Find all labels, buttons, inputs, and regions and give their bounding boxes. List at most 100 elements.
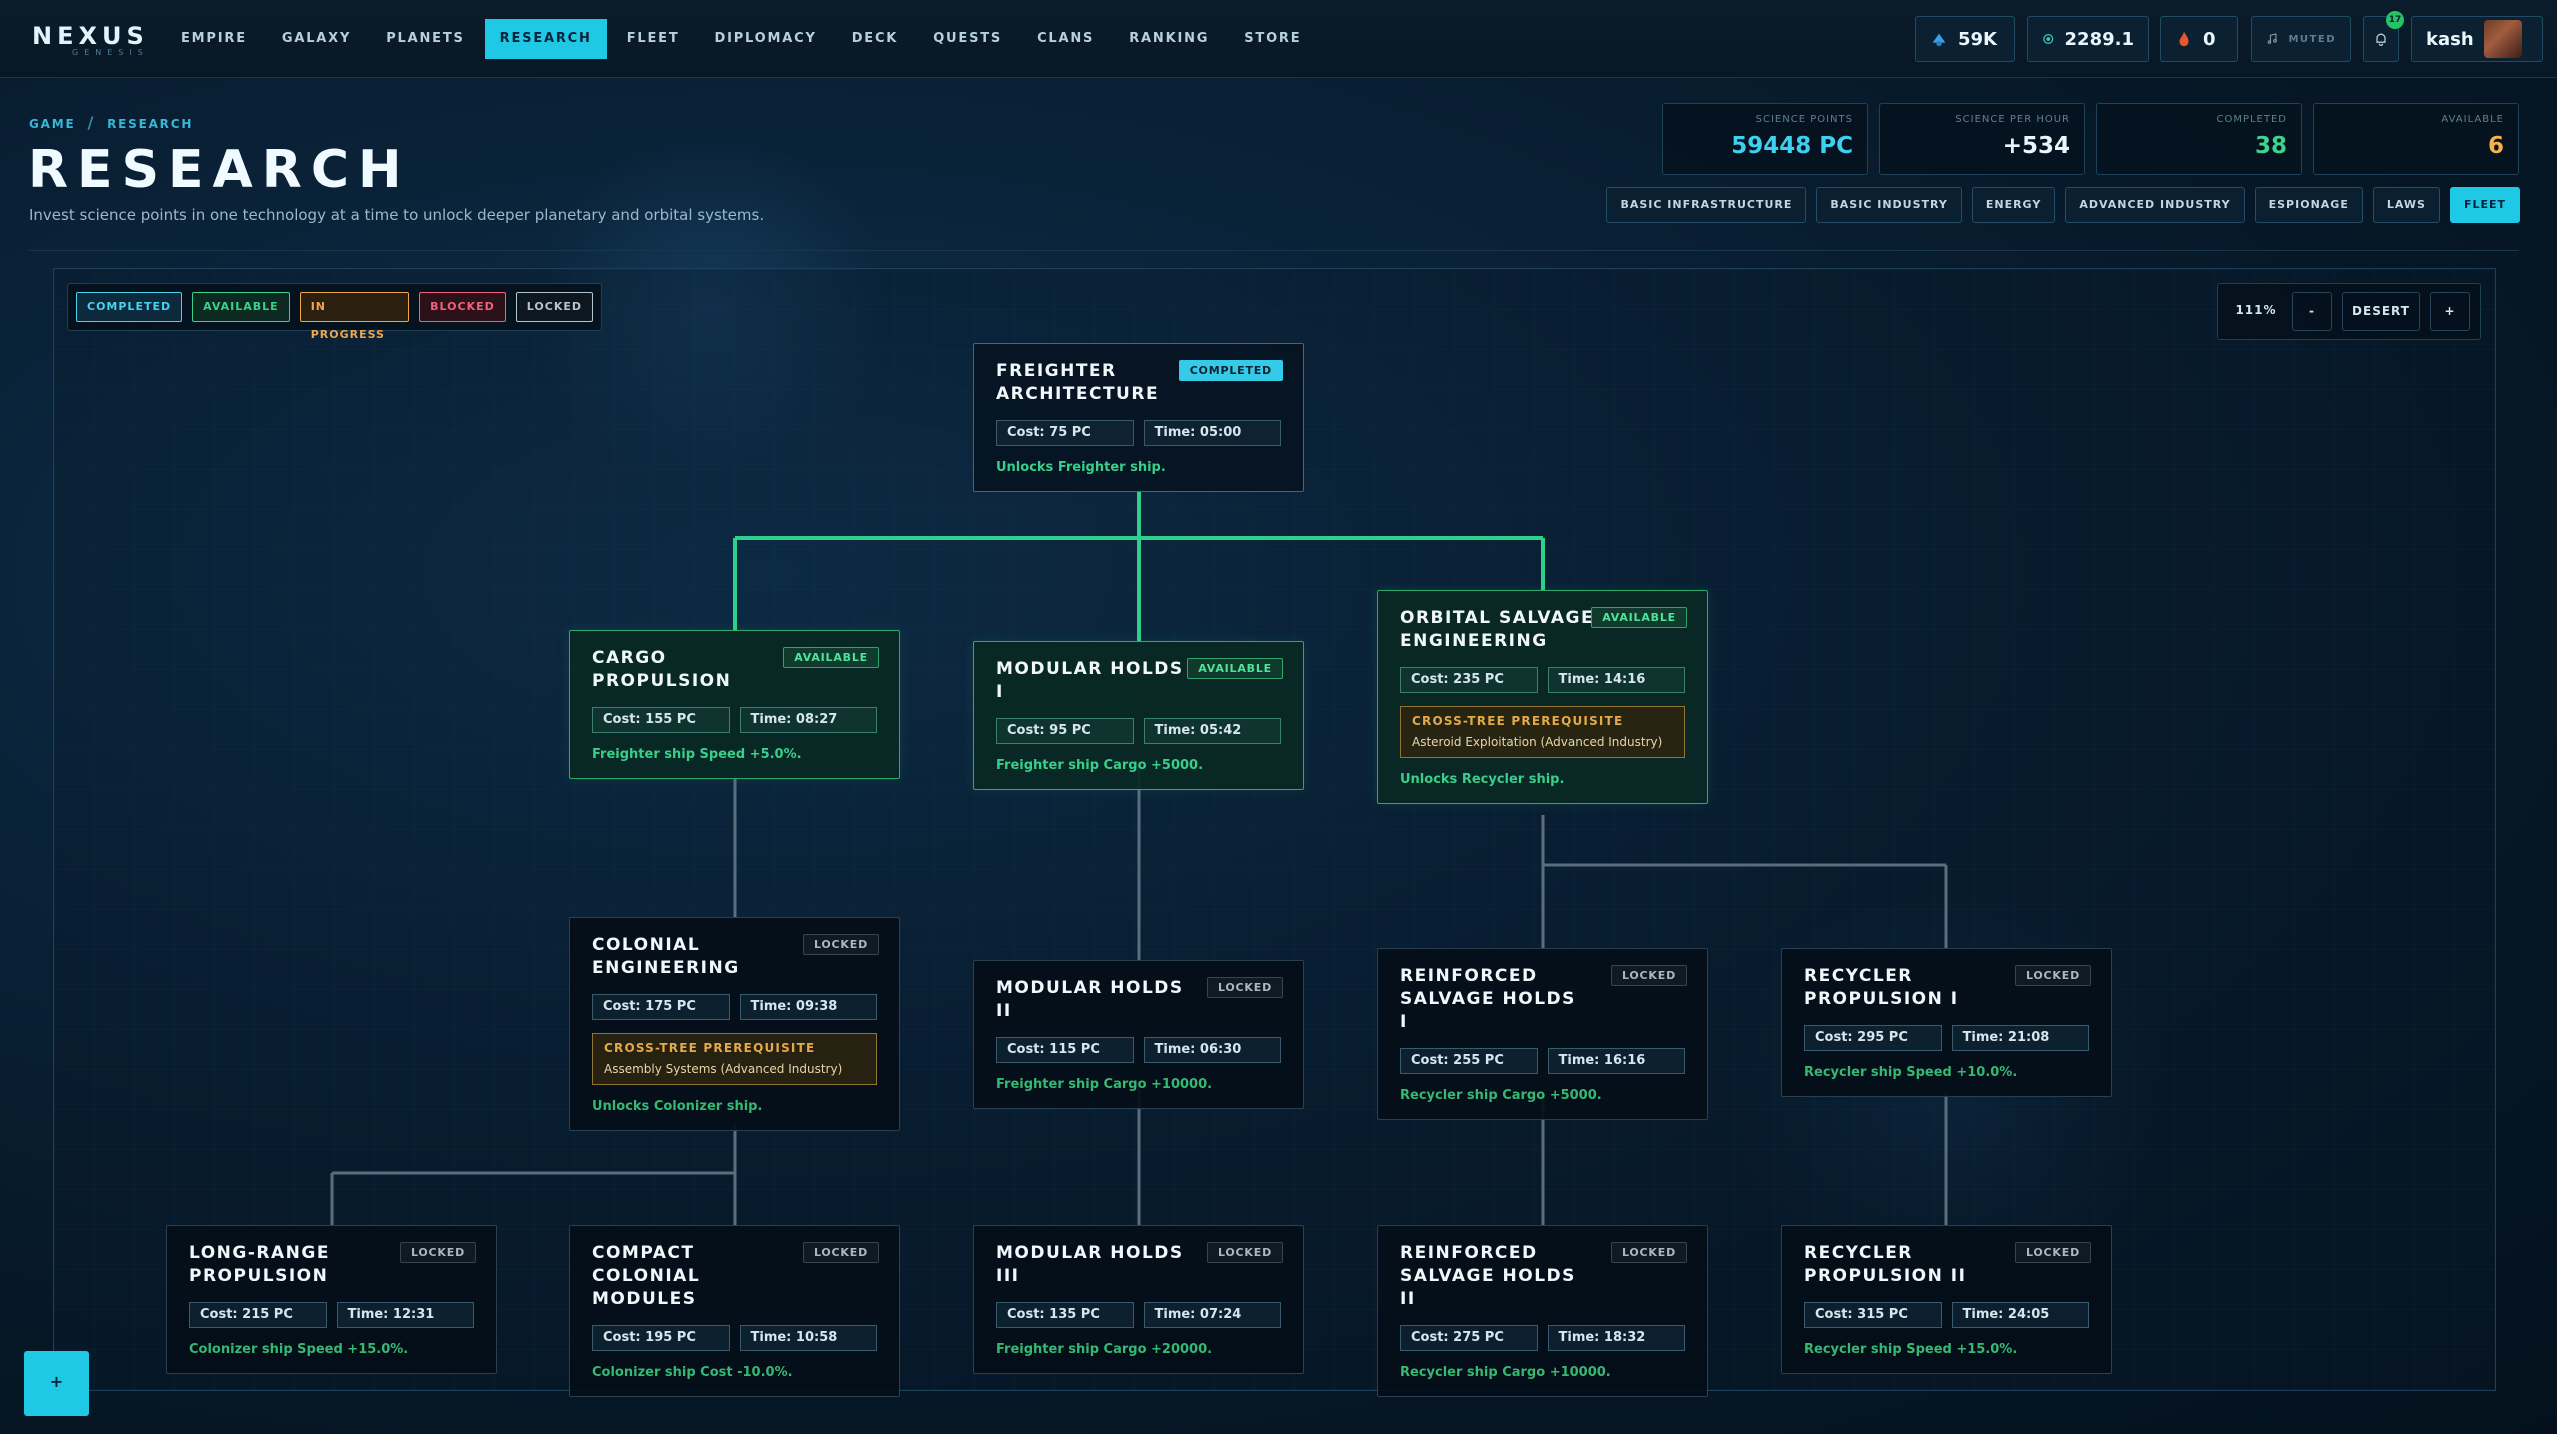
stat-label: COMPLETED	[2216, 114, 2287, 125]
status-badge: LOCKED	[802, 934, 879, 955]
nav-diplomacy[interactable]: DIPLOMACY	[700, 19, 832, 59]
tech-node-orbital-salvage-engineering[interactable]: ORBITAL SALVAGE ENGINEERING AVAILABLE Co…	[1377, 590, 1708, 804]
floating-action-button[interactable]: +	[24, 1351, 89, 1416]
nav-clans[interactable]: CLANS	[1022, 19, 1109, 59]
tab-energy[interactable]: ENERGY	[1971, 187, 2056, 223]
tab-basic-infrastructure[interactable]: BASIC INFRASTRUCTURE	[1606, 187, 1807, 223]
tech-node-colonial-engineering[interactable]: COLONIAL ENGINEERING LOCKED Cost: 175 PC…	[569, 917, 900, 1131]
tech-effect: Freighter ship Cargo +10000.	[996, 1077, 1213, 1092]
tech-title: MODULAR HOLDS III	[996, 1243, 1184, 1286]
tech-title: REINFORCED SALVAGE HOLDS I	[1400, 966, 1576, 1032]
tech-title: RECYCLER PROPULSION I	[1804, 966, 1959, 1009]
cost-chip: Cost: 315 PC	[1804, 1302, 1942, 1328]
tech-title: CARGO PROPULSION	[592, 648, 732, 691]
energy-icon	[2043, 33, 2054, 45]
stat-value: 38	[2254, 133, 2287, 159]
tech-title: RECYCLER PROPULSION II	[1804, 1243, 1967, 1286]
tech-node-compact-colonial-modules[interactable]: COMPACT COLONIAL MODULES LOCKED Cost: 19…	[569, 1225, 900, 1397]
music-toggle[interactable]: MUTED	[2251, 16, 2351, 62]
credits-icon	[1932, 33, 1946, 47]
user-menu[interactable]: kash	[2411, 16, 2543, 62]
energy-resource[interactable]: 2289.1	[2027, 16, 2149, 62]
logo-text: NEXUS	[32, 22, 149, 50]
time-chip: Time: 12:31	[336, 1302, 474, 1328]
tech-node-modular-holds-3[interactable]: MODULAR HOLDS III LOCKED Cost: 135 PC Ti…	[973, 1225, 1304, 1374]
zoom-reset-button[interactable]: DESERT	[2342, 292, 2420, 331]
time-chip: Time: 06:30	[1143, 1037, 1281, 1063]
time-chip: Time: 08:27	[739, 707, 877, 733]
time-chip: Time: 21:08	[1951, 1025, 2089, 1051]
tech-title: COMPACT COLONIAL MODULES	[592, 1243, 701, 1309]
nav-ranking[interactable]: RANKING	[1114, 19, 1224, 59]
tech-title: REINFORCED SALVAGE HOLDS II	[1400, 1243, 1576, 1309]
legend-locked: LOCKED	[515, 292, 593, 322]
time-chip: Time: 05:42	[1143, 718, 1281, 744]
tab-laws[interactable]: LAWS	[2372, 187, 2440, 223]
username: kash	[2426, 28, 2474, 50]
category-tabs: BASIC INFRASTRUCTURE BASIC INDUSTRY ENER…	[1606, 187, 2520, 223]
nav-quests[interactable]: QUESTS	[918, 19, 1017, 59]
tech-node-freighter-architecture[interactable]: FREIGHTER ARCHITECTURE COMPLETED Cost: 7…	[973, 343, 1304, 492]
nav-fleet[interactable]: FLEET	[612, 19, 695, 59]
notifications-button[interactable]: 17	[2363, 11, 2404, 62]
breadcrumb-game[interactable]: GAME	[29, 117, 75, 131]
status-badge: LOCKED	[1610, 965, 1687, 986]
nav-planets[interactable]: PLANETS	[371, 19, 479, 59]
tech-effect: Freighter ship Speed +5.0%.	[592, 747, 802, 762]
legend-available: AVAILABLE	[192, 292, 290, 322]
legend-blocked: BLOCKED	[419, 292, 506, 322]
tech-effect: Freighter ship Cargo +5000.	[996, 758, 1204, 773]
zoom-out-button[interactable]: -	[2292, 292, 2332, 331]
tech-node-recycler-propulsion-1[interactable]: RECYCLER PROPULSION I LOCKED Cost: 295 P…	[1781, 948, 2112, 1097]
tech-node-long-range-propulsion[interactable]: LONG-RANGE PROPULSION LOCKED Cost: 215 P…	[166, 1225, 497, 1374]
tab-fleet[interactable]: FLEET	[2449, 187, 2520, 223]
stat-completed: COMPLETED 38	[2096, 103, 2302, 175]
time-chip: Time: 10:58	[739, 1325, 877, 1351]
tech-node-modular-holds-1[interactable]: MODULAR HOLDS I AVAILABLE Cost: 95 PC Ti…	[973, 641, 1304, 790]
page-title: RESEARCH	[28, 140, 411, 200]
stat-label: SCIENCE PER HOUR	[1955, 114, 2070, 125]
avatar	[2483, 20, 2522, 58]
credits-resource[interactable]: 59K	[1915, 16, 2015, 62]
cost-chip: Cost: 275 PC	[1400, 1325, 1538, 1351]
time-chip: Time: 05:00	[1143, 420, 1281, 446]
tech-node-cargo-propulsion[interactable]: CARGO PROPULSION AVAILABLE Cost: 155 PC …	[569, 630, 900, 779]
status-badge: AVAILABLE	[783, 647, 879, 668]
stat-label: AVAILABLE	[2441, 114, 2504, 125]
tech-effect: Recycler ship Cargo +10000.	[1400, 1365, 1611, 1380]
tab-basic-industry[interactable]: BASIC INDUSTRY	[1816, 187, 1962, 223]
tech-node-reinforced-salvage-holds-1[interactable]: REINFORCED SALVAGE HOLDS I LOCKED Cost: …	[1377, 948, 1708, 1120]
breadcrumb-research: RESEARCH	[107, 117, 194, 131]
tech-node-recycler-propulsion-2[interactable]: RECYCLER PROPULSION II LOCKED Cost: 315 …	[1781, 1225, 2112, 1374]
divider	[29, 250, 2519, 251]
tab-advanced-industry[interactable]: ADVANCED INDUSTRY	[2065, 187, 2245, 223]
status-badge: AVAILABLE	[1187, 658, 1283, 679]
logo[interactable]: NEXUS GENESIS	[32, 22, 149, 57]
cost-chip: Cost: 115 PC	[996, 1037, 1134, 1063]
alerts-resource[interactable]: 0	[2160, 16, 2238, 62]
tech-node-modular-holds-2[interactable]: MODULAR HOLDS II LOCKED Cost: 115 PC Tim…	[973, 960, 1304, 1109]
nav-research[interactable]: RESEARCH	[484, 19, 607, 59]
time-chip: Time: 14:16	[1547, 667, 1685, 693]
tech-title: ORBITAL SALVAGE ENGINEERING	[1400, 608, 1595, 651]
tech-effect: Recycler ship Cargo +5000.	[1400, 1088, 1602, 1103]
credits-value: 59K	[1958, 28, 1997, 50]
time-chip: Time: 16:16	[1547, 1048, 1685, 1074]
top-navigation-bar: NEXUS GENESIS EMPIRE GALAXY PLANETS RESE…	[0, 0, 2557, 78]
prereq-text: Assembly Systems (Advanced Industry)	[604, 1062, 843, 1076]
nav-galaxy[interactable]: GALAXY	[267, 19, 366, 59]
tab-espionage[interactable]: ESPIONAGE	[2254, 187, 2363, 223]
zoom-in-button[interactable]: +	[2430, 292, 2470, 331]
tech-node-reinforced-salvage-holds-2[interactable]: REINFORCED SALVAGE HOLDS II LOCKED Cost:…	[1377, 1225, 1708, 1397]
nav-deck[interactable]: DECK	[837, 19, 914, 59]
stat-value: +534	[2002, 133, 2070, 159]
status-badge: LOCKED	[2014, 1242, 2091, 1263]
nav-store[interactable]: STORE	[1229, 19, 1316, 59]
prereq-title: CROSS-TREE PREREQUISITE	[1412, 714, 1624, 728]
cost-chip: Cost: 235 PC	[1400, 667, 1538, 693]
stat-science-points: SCIENCE POINTS 59448 PC	[1662, 103, 1868, 175]
nav-empire[interactable]: EMPIRE	[166, 19, 262, 59]
tech-title: MODULAR HOLDS II	[996, 978, 1184, 1021]
tech-effect: Unlocks Freighter ship.	[996, 460, 1166, 475]
cost-chip: Cost: 95 PC	[996, 718, 1134, 744]
